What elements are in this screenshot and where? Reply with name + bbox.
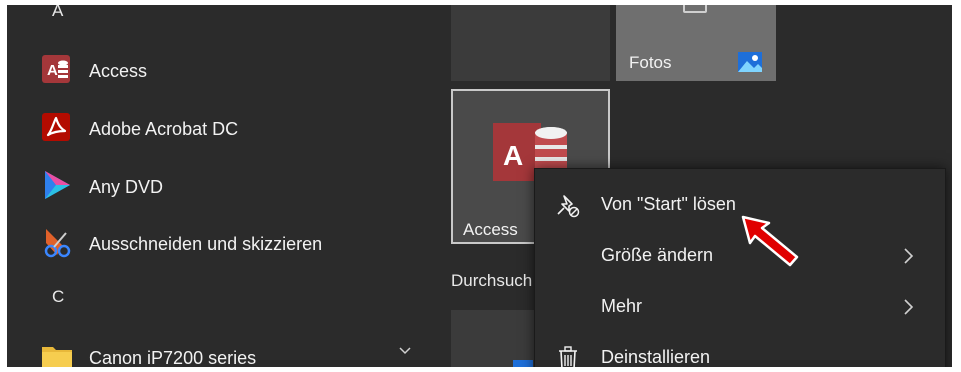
menu-item-label: Von "Start" lösen bbox=[601, 194, 736, 214]
tile-empty-top[interactable] bbox=[451, 5, 610, 81]
section-letter-c[interactable]: C bbox=[52, 287, 64, 307]
app-item-label: Access bbox=[89, 61, 148, 81]
menu-item-label: Deinstallieren bbox=[601, 347, 711, 367]
app-item-access[interactable]: A Access bbox=[7, 40, 445, 90]
unpin-icon bbox=[557, 195, 580, 218]
menu-item-more[interactable]: Mehr bbox=[535, 282, 945, 332]
photos-icon bbox=[738, 52, 762, 72]
app-item-adobe-acrobat[interactable]: Adobe Acrobat DC bbox=[7, 98, 445, 148]
menu-item-label: Größe ändern bbox=[601, 245, 714, 265]
svg-text:A: A bbox=[503, 140, 523, 171]
svg-text:A: A bbox=[47, 62, 58, 79]
annotation-arrow-icon bbox=[741, 215, 799, 267]
anydvd-icon bbox=[45, 171, 70, 199]
tile-access-label: Access bbox=[463, 220, 518, 239]
folder-icon bbox=[42, 347, 72, 367]
app-item-snip-sketch[interactable]: Ausschneiden und skizzieren bbox=[7, 213, 445, 263]
trash-icon bbox=[559, 346, 577, 367]
menu-item-uninstall[interactable]: Deinstallieren bbox=[535, 333, 945, 367]
app-item-label: Adobe Acrobat DC bbox=[89, 119, 239, 139]
tile-fotos[interactable]: Fotos bbox=[616, 5, 776, 81]
app-item-label: Canon iP7200 series bbox=[89, 348, 257, 367]
chevron-right-icon bbox=[904, 299, 914, 315]
app-item-any-dvd[interactable]: Any DVD bbox=[7, 156, 445, 206]
chevron-down-icon[interactable] bbox=[399, 345, 411, 357]
section-letter-a[interactable]: A bbox=[52, 5, 63, 21]
start-menu: A A Access Adobe Acrobat DC Any DVD Auss… bbox=[7, 5, 952, 367]
tile-partial-icon bbox=[513, 360, 533, 367]
tile-glyph-icon bbox=[683, 5, 707, 13]
app-list: A A Access Adobe Acrobat DC Any DVD Auss… bbox=[7, 5, 445, 367]
app-item-label: Any DVD bbox=[89, 177, 164, 197]
snip-sketch-icon bbox=[44, 229, 71, 258]
acrobat-icon bbox=[42, 113, 70, 141]
access-icon: A bbox=[42, 55, 70, 83]
tile-fotos-label: Fotos bbox=[629, 53, 672, 72]
app-item-label: Ausschneiden und skizzieren bbox=[89, 234, 323, 254]
chevron-right-icon bbox=[904, 248, 914, 264]
app-item-canon-folder[interactable]: Canon iP7200 series bbox=[7, 327, 445, 367]
group-header[interactable]: Durchsuch bbox=[451, 271, 532, 291]
menu-item-label: Mehr bbox=[601, 296, 643, 316]
